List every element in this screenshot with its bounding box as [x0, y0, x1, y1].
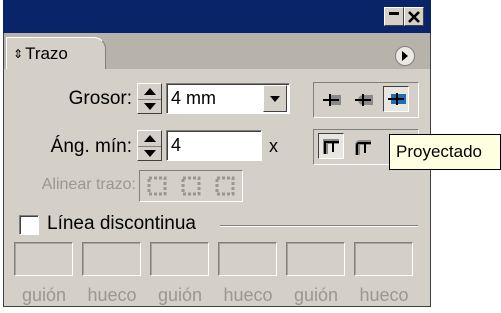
projecting-cap-button[interactable] — [383, 86, 409, 112]
title-bar[interactable] — [3, 0, 431, 33]
weight-value: 4 mm — [171, 88, 216, 108]
close-button[interactable] — [404, 7, 424, 26]
dash-label-3: guión — [293, 285, 339, 305]
butt-cap-button[interactable] — [318, 87, 344, 113]
butt-cap-icon — [323, 94, 341, 106]
round-cap-icon — [355, 94, 373, 106]
miter-join-icon — [323, 139, 339, 154]
miter-unit: x — [269, 136, 278, 156]
minimize-icon — [389, 11, 399, 15]
align-center-icon — [147, 176, 167, 196]
align-inside-icon — [181, 176, 201, 196]
miter-up-arrow-icon[interactable] — [138, 131, 161, 146]
round-join-icon — [355, 140, 371, 155]
miter-label: Áng. mín: — [50, 136, 132, 157]
gap-label-3: hueco — [359, 285, 409, 305]
close-icon — [408, 10, 420, 23]
tooltip-text: Proyectado — [396, 142, 482, 161]
align-outside-icon — [215, 176, 235, 196]
weight-down-arrow-icon[interactable] — [138, 98, 161, 115]
miter-down-arrow-icon[interactable] — [138, 145, 161, 162]
weight-dropdown-button[interactable] — [263, 85, 287, 112]
weight-up-arrow-icon[interactable] — [138, 84, 161, 99]
gap-field-2[interactable] — [218, 242, 277, 276]
dash-label-1: guión — [21, 285, 67, 305]
section-divider — [220, 225, 418, 227]
round-cap-button[interactable] — [350, 87, 376, 113]
tab-label: Trazo — [25, 43, 68, 63]
gap-field-3[interactable] — [354, 242, 413, 276]
gap-label-2: hueco — [223, 285, 273, 305]
align-outside-button[interactable] — [212, 173, 238, 199]
miter-join-button[interactable] — [318, 133, 344, 159]
tooltip: Proyectado — [389, 134, 501, 170]
align-stroke-label: Alinear trazo: — [41, 176, 136, 193]
miter-input[interactable]: 4 — [166, 130, 262, 161]
dashed-line-label: Línea discontinua — [47, 213, 196, 234]
weight-label: Grosor: — [68, 88, 132, 109]
weight-stepper[interactable] — [137, 83, 162, 114]
align-center-button[interactable] — [144, 173, 170, 199]
gap-label-1: hueco — [87, 285, 137, 305]
miter-value: 4 — [171, 135, 182, 155]
dash-field-1[interactable] — [14, 242, 73, 276]
dashed-line-checkbox[interactable] — [19, 215, 39, 235]
menu-arrow-icon — [402, 51, 408, 61]
dash-field-3[interactable] — [286, 242, 345, 276]
sort-arrows-icon[interactable]: ⇕ — [13, 48, 23, 60]
chevron-down-icon — [270, 95, 280, 102]
panel-menu-button[interactable] — [395, 46, 415, 66]
round-join-button[interactable] — [350, 134, 376, 160]
dash-label-2: guión — [157, 285, 203, 305]
dash-field-2[interactable] — [150, 242, 209, 276]
minimize-button[interactable] — [384, 7, 404, 26]
align-inside-button[interactable] — [178, 173, 204, 199]
miter-stepper[interactable] — [137, 130, 162, 161]
projecting-cap-icon — [388, 93, 406, 105]
gap-field-1[interactable] — [82, 242, 141, 276]
tab-trazo[interactable]: ⇕ Trazo — [6, 37, 106, 69]
